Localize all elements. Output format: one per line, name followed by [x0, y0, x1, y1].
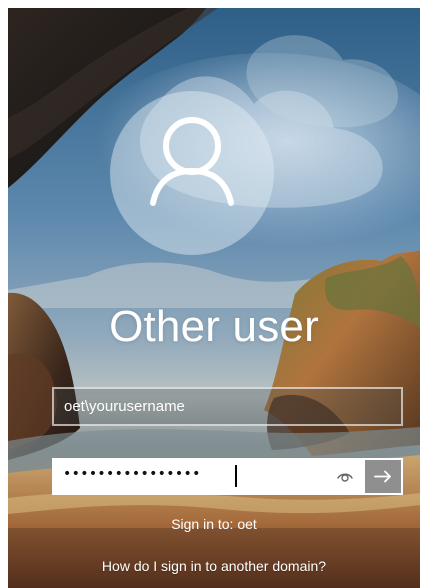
- sign-in-domain-text: Sign in to: oet: [171, 516, 257, 532]
- user-avatar: [110, 91, 274, 255]
- eye-icon[interactable]: [331, 462, 359, 491]
- submit-arrow-button[interactable]: [365, 460, 401, 493]
- text-caret: [235, 465, 237, 487]
- arrow-right-icon: [374, 470, 391, 483]
- password-masked-value: ••••••••••••••••: [63, 466, 201, 482]
- username-input[interactable]: oet\yourusername: [52, 387, 403, 426]
- password-field[interactable]: ••••••••••••••••: [52, 458, 403, 495]
- user-silhouette-icon: [150, 117, 234, 206]
- help-domain-link[interactable]: How do I sign in to another domain?: [8, 558, 420, 574]
- windows-sign-in-screen: Other user oet\yourusername ••••••••••••…: [8, 8, 420, 588]
- user-display-name: Other user: [109, 302, 319, 351]
